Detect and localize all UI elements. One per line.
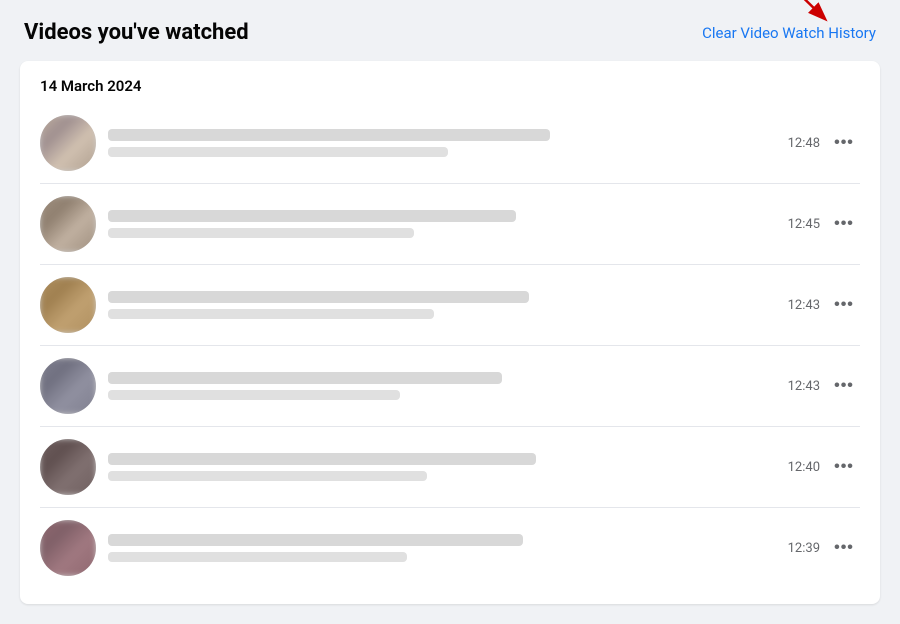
thumbnail-image bbox=[40, 439, 96, 495]
video-time: 12:43 bbox=[788, 379, 820, 394]
video-subtitle-blurred bbox=[108, 147, 448, 157]
video-title-blurred bbox=[108, 129, 550, 141]
thumbnail-image bbox=[40, 358, 96, 414]
more-options-button[interactable]: ••• bbox=[828, 532, 860, 564]
clear-history-button[interactable]: Clear Video Watch History bbox=[702, 24, 876, 42]
video-title-blurred bbox=[108, 372, 502, 384]
video-info bbox=[108, 534, 788, 562]
thumbnail-image bbox=[40, 115, 96, 171]
more-options-button[interactable]: ••• bbox=[828, 208, 860, 240]
page-title: Videos you've watched bbox=[24, 20, 249, 45]
thumbnail-image bbox=[40, 196, 96, 252]
video-info bbox=[108, 291, 788, 319]
more-options-button[interactable]: ••• bbox=[828, 127, 860, 159]
video-subtitle-blurred bbox=[108, 552, 407, 562]
video-item: 12:39 ••• bbox=[40, 508, 860, 588]
video-meta: 12:45 ••• bbox=[788, 208, 860, 240]
video-info bbox=[108, 210, 788, 238]
video-item: 12:40 ••• bbox=[40, 427, 860, 508]
video-item: 12:43 ••• bbox=[40, 265, 860, 346]
video-time: 12:48 bbox=[788, 136, 820, 151]
video-title-blurred bbox=[108, 291, 529, 303]
date-group-header: 14 March 2024 bbox=[40, 77, 860, 95]
video-meta: 12:48 ••• bbox=[788, 127, 860, 159]
video-info bbox=[108, 372, 788, 400]
video-title-blurred bbox=[108, 453, 536, 465]
video-list: 12:48 ••• 12:45 ••• bbox=[40, 103, 860, 588]
video-title-blurred bbox=[108, 534, 523, 546]
video-item: 12:48 ••• bbox=[40, 103, 860, 184]
video-item: 12:45 ••• bbox=[40, 184, 860, 265]
thumbnail-image bbox=[40, 520, 96, 576]
header-right: Clear Video Watch History bbox=[702, 23, 876, 42]
video-meta: 12:43 ••• bbox=[788, 370, 860, 402]
video-thumbnail bbox=[40, 196, 96, 252]
more-options-button[interactable]: ••• bbox=[828, 370, 860, 402]
video-meta: 12:39 ••• bbox=[788, 532, 860, 564]
video-time: 12:40 bbox=[788, 460, 820, 475]
video-subtitle-blurred bbox=[108, 471, 427, 481]
video-time: 12:39 bbox=[788, 541, 820, 556]
video-title-blurred bbox=[108, 210, 516, 222]
video-item: 12:43 ••• bbox=[40, 346, 860, 427]
video-time: 12:43 bbox=[788, 298, 820, 313]
more-options-button[interactable]: ••• bbox=[828, 289, 860, 321]
video-time: 12:45 bbox=[788, 217, 820, 232]
video-subtitle-blurred bbox=[108, 390, 400, 400]
more-options-button[interactable]: ••• bbox=[828, 451, 860, 483]
video-info bbox=[108, 453, 788, 481]
page-header: Videos you've watched Clear Video Watch … bbox=[20, 20, 880, 45]
watch-history-card: 14 March 2024 12:48 ••• 12:45 bbox=[20, 61, 880, 604]
video-meta: 12:43 ••• bbox=[788, 289, 860, 321]
video-thumbnail bbox=[40, 358, 96, 414]
video-thumbnail bbox=[40, 277, 96, 333]
video-thumbnail bbox=[40, 439, 96, 495]
video-meta: 12:40 ••• bbox=[788, 451, 860, 483]
thumbnail-image bbox=[40, 277, 96, 333]
video-subtitle-blurred bbox=[108, 309, 434, 319]
video-thumbnail bbox=[40, 520, 96, 576]
video-info bbox=[108, 129, 788, 157]
video-subtitle-blurred bbox=[108, 228, 414, 238]
video-thumbnail bbox=[40, 115, 96, 171]
